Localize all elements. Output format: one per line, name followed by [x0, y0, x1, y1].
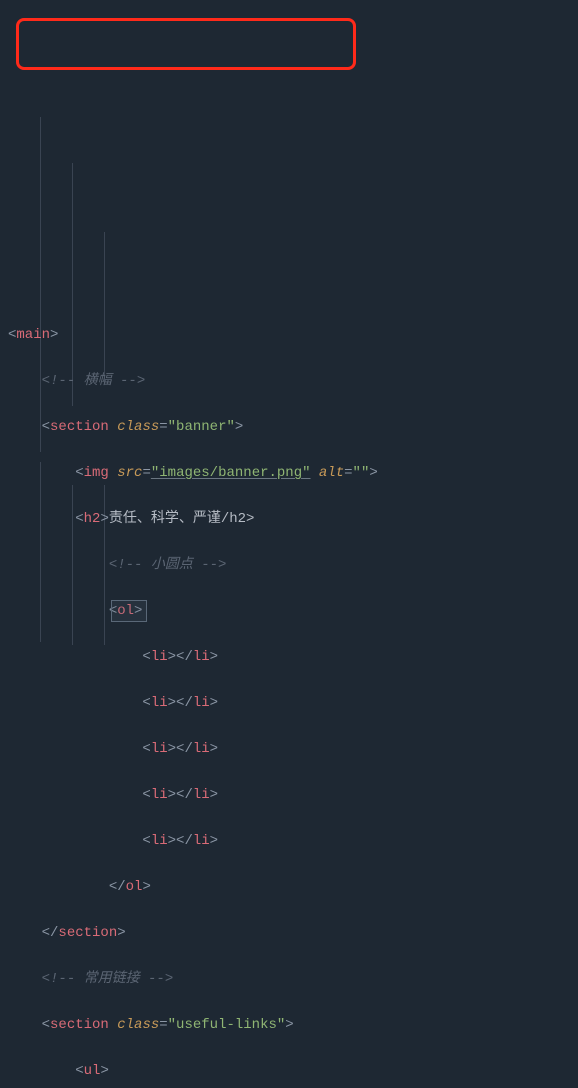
comment: <!-- 常用链接 -->: [42, 971, 174, 987]
code-line[interactable]: <li></li>: [8, 738, 578, 761]
code-line[interactable]: <section class="banner">: [8, 416, 578, 439]
tag-section: section: [50, 419, 109, 435]
code-line[interactable]: <ul>: [8, 1060, 578, 1083]
code-line[interactable]: <img src="images/banner.png" alt="">: [8, 462, 578, 485]
val-useful-links: "useful-links": [168, 1017, 286, 1033]
code-line[interactable]: </section>: [8, 922, 578, 945]
val-banner: "banner": [168, 419, 235, 435]
code-line[interactable]: <li></li>: [8, 646, 578, 669]
attr-class: class: [117, 419, 159, 435]
code-line[interactable]: <!-- 小圆点 -->: [8, 554, 578, 577]
tag-main: main: [16, 327, 50, 343]
code-line[interactable]: <li></li>: [8, 692, 578, 715]
tag-li: li: [151, 649, 168, 665]
val-alt: "": [353, 465, 370, 481]
code-line[interactable]: <section class="useful-links">: [8, 1014, 578, 1037]
code-line[interactable]: <li></li>: [8, 830, 578, 853]
code-line[interactable]: <ol>: [8, 600, 578, 623]
code-line[interactable]: </ol>: [8, 876, 578, 899]
tag-h2: h2: [84, 511, 101, 527]
text-h2: 责任、科学、严谨/h2>: [109, 511, 255, 527]
tag-ol: ol: [117, 603, 134, 619]
code-line[interactable]: <main>: [8, 324, 578, 347]
code-editor[interactable]: <main> <!-- 横幅 --> <section class="banne…: [0, 92, 578, 1088]
comment: <!-- 小圆点 -->: [109, 557, 227, 573]
tag-ul: ul: [84, 1063, 101, 1079]
code-line[interactable]: <!-- 横幅 -->: [8, 370, 578, 393]
comment: <!-- 横幅 -->: [42, 373, 146, 389]
annotation-rectangle: [16, 18, 356, 70]
code-line[interactable]: <li></li>: [8, 784, 578, 807]
val-src: "images/banner.png": [151, 465, 311, 481]
code-line[interactable]: <h2>责任、科学、严谨/h2>: [8, 508, 578, 531]
tag-img: img: [84, 465, 109, 481]
attr-alt: alt: [319, 465, 344, 481]
attr-src: src: [117, 465, 142, 481]
code-line[interactable]: <!-- 常用链接 -->: [8, 968, 578, 991]
